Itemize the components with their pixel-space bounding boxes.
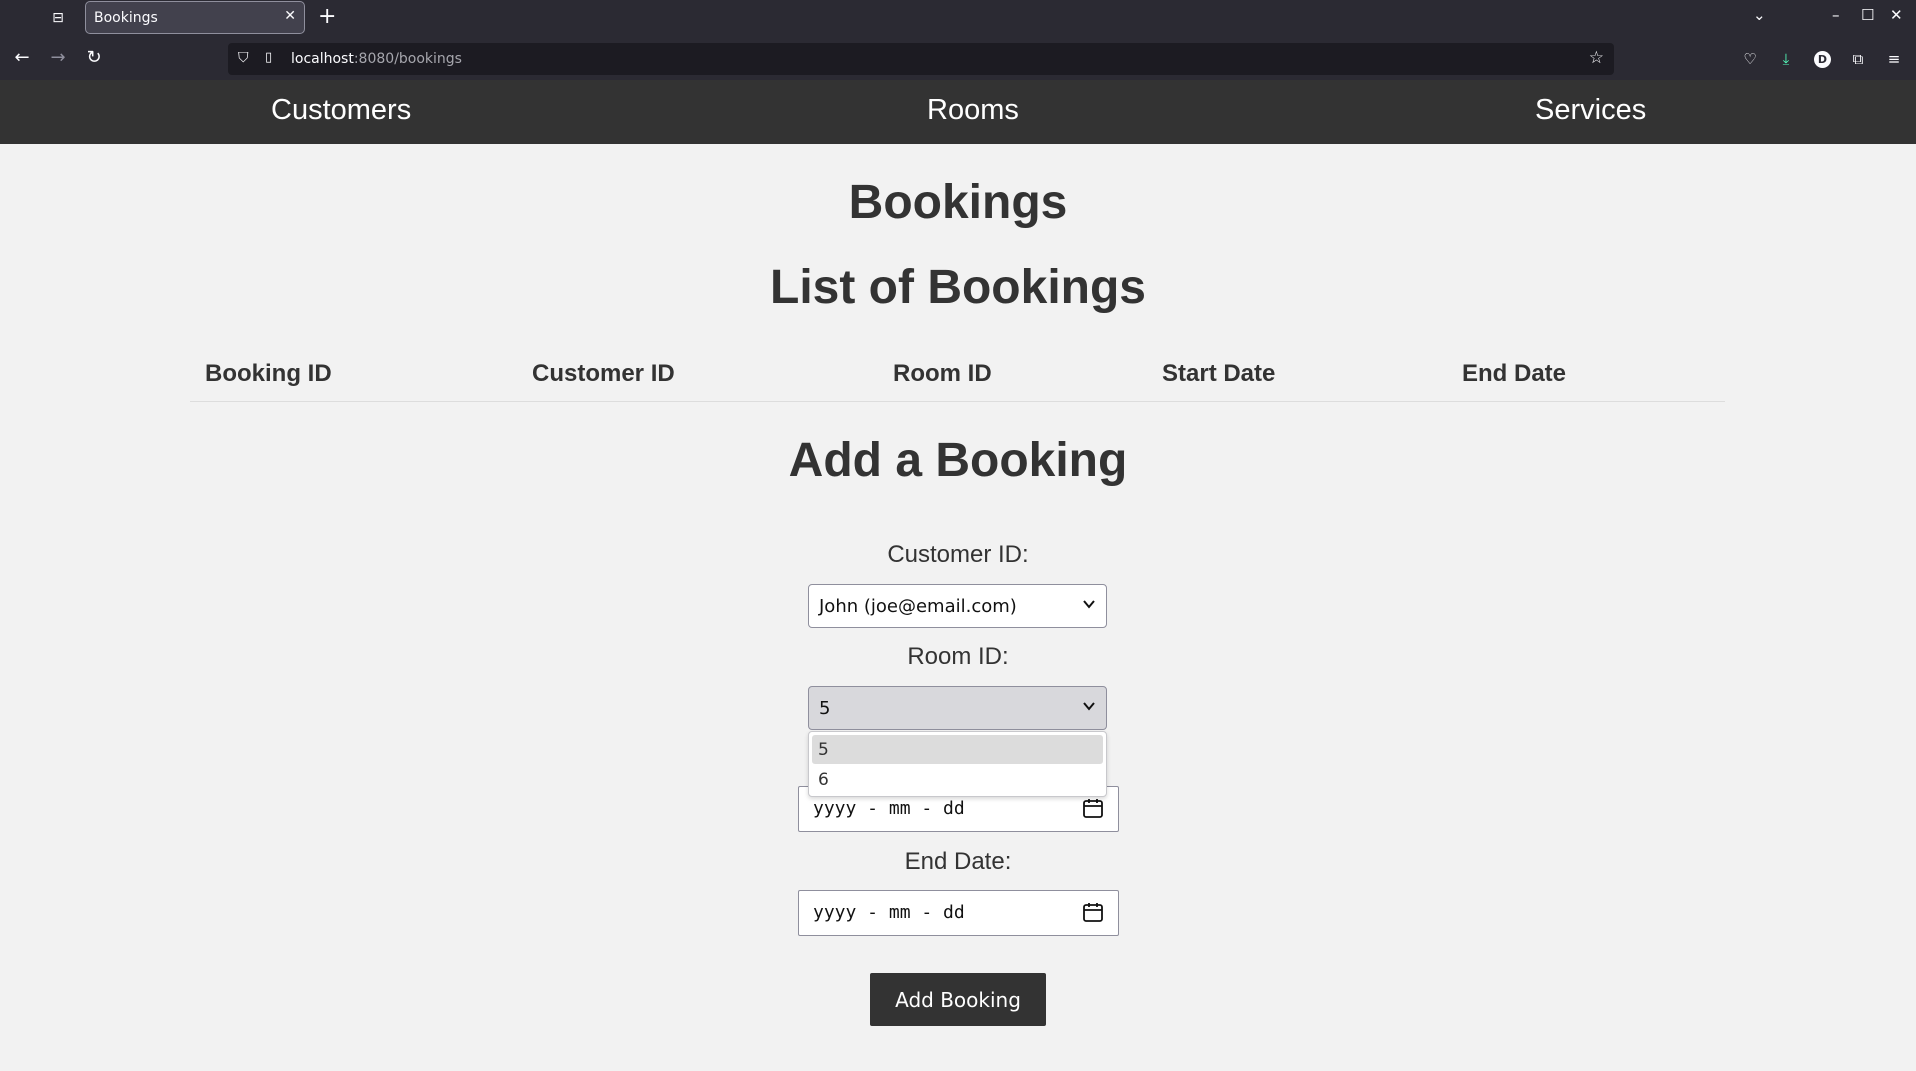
calendar-icon[interactable] xyxy=(1082,901,1104,923)
browser-tab-bar: ⊟ Bookings ✕ + ⌄ – ☐ ✕ xyxy=(0,0,1916,36)
browser-tab[interactable]: Bookings ✕ xyxy=(85,1,305,34)
nav-link-customers[interactable]: Customers xyxy=(271,94,411,127)
maximize-icon[interactable]: ☐ xyxy=(1861,6,1874,24)
extensions-icon[interactable]: ⧉ xyxy=(1847,48,1869,70)
close-window-icon[interactable]: ✕ xyxy=(1890,6,1903,24)
nav-link-services[interactable]: Services xyxy=(1535,94,1646,127)
room-select-dropdown: 5 6 xyxy=(808,731,1107,797)
bookmark-star-icon[interactable]: ☆ xyxy=(1589,48,1604,68)
customer-select-value: John (joe@email.com) xyxy=(819,596,1017,617)
form-heading: Add a Booking xyxy=(788,434,1128,487)
menu-icon[interactable]: ≡ xyxy=(1883,48,1905,70)
table-header-end-date: End Date xyxy=(1462,360,1567,387)
chevron-down-icon xyxy=(1083,600,1095,609)
end-date-input[interactable]: yyyy - mm - dd xyxy=(798,890,1119,936)
url-bar[interactable]: ⛉ ▯ localhost:8080/bookings ☆ xyxy=(228,43,1614,75)
customer-id-label: Customer ID: xyxy=(887,541,1029,568)
list-all-tabs-icon[interactable]: ⌄ xyxy=(1753,6,1766,24)
chevron-down-icon xyxy=(1083,702,1095,711)
list-heading: List of Bookings xyxy=(770,261,1146,314)
room-option[interactable]: 5 xyxy=(812,735,1103,764)
room-id-label: Room ID: xyxy=(907,643,1009,670)
start-date-placeholder: yyyy - mm - dd xyxy=(813,798,965,819)
calendar-icon[interactable] xyxy=(1082,797,1104,819)
page-title: Bookings xyxy=(848,176,1068,229)
end-date-placeholder: yyyy - mm - dd xyxy=(813,902,965,923)
table-divider xyxy=(190,401,1725,402)
table-header-room-id: Room ID xyxy=(893,360,992,387)
page-icon[interactable]: ▯ xyxy=(265,50,272,65)
tab-close-icon[interactable]: ✕ xyxy=(284,8,296,24)
back-icon[interactable]: ← xyxy=(10,46,34,70)
site-nav: Customers Rooms Services xyxy=(0,80,1916,144)
minimize-icon[interactable]: – xyxy=(1832,6,1840,24)
download-icon[interactable]: ⤓ xyxy=(1775,48,1797,70)
url-host: localhost xyxy=(291,51,354,67)
forward-icon[interactable]: → xyxy=(46,46,70,70)
add-booking-button[interactable]: Add Booking xyxy=(870,973,1046,1026)
pocket-icon[interactable]: ♡ xyxy=(1739,48,1761,70)
table-header-start-date: Start Date xyxy=(1162,360,1276,387)
room-option[interactable]: 6 xyxy=(812,765,1103,794)
shield-icon[interactable]: ⛉ xyxy=(238,50,249,66)
url-path: :8080/bookings xyxy=(353,51,462,67)
table-header-customer-id: Customer ID xyxy=(532,360,675,387)
table-header-booking-id: Booking ID xyxy=(205,360,332,387)
profile-icon[interactable]: D xyxy=(1814,51,1831,68)
tab-list-icon[interactable]: ⊟ xyxy=(48,8,68,28)
reload-icon[interactable]: ↻ xyxy=(82,46,106,70)
tab-title: Bookings xyxy=(94,10,158,26)
nav-link-rooms[interactable]: Rooms xyxy=(927,94,1019,127)
end-date-label: End Date: xyxy=(904,848,1012,875)
new-tab-button[interactable]: + xyxy=(318,4,336,29)
room-select[interactable]: 5 xyxy=(808,686,1107,730)
url-text[interactable]: localhost:8080/bookings xyxy=(291,51,462,67)
customer-select[interactable]: John (joe@email.com) xyxy=(808,584,1107,628)
room-select-value: 5 xyxy=(819,698,831,719)
